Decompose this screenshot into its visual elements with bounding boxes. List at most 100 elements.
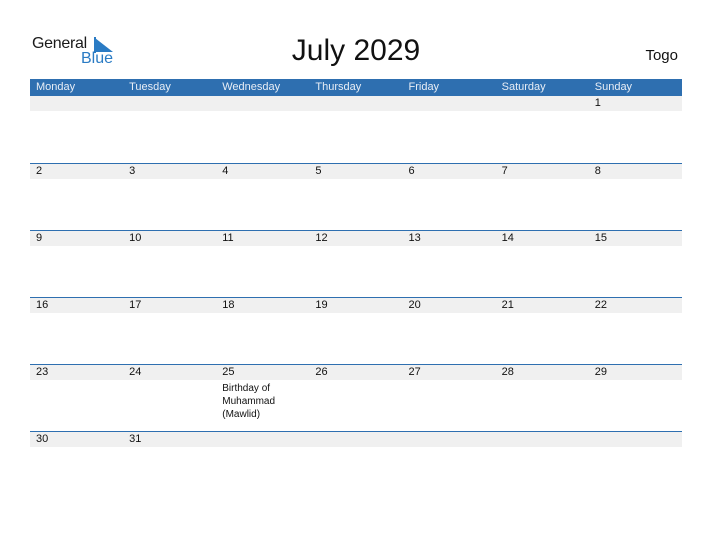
day-number: 23 (36, 366, 49, 378)
day-number: 19 (315, 299, 328, 311)
events-row (30, 246, 682, 248)
day-number (403, 96, 496, 111)
day-event (30, 313, 123, 315)
day-number: 21 (501, 299, 514, 311)
day-number: 24 (129, 366, 142, 378)
day-event (30, 179, 123, 181)
day-number: 28 (501, 366, 514, 378)
day-event (123, 380, 216, 421)
weekday-header: Monday Tuesday Wednesday Thursday Friday… (30, 79, 682, 96)
events-row: Birthday of Muhammad (Mawlid) (30, 380, 682, 421)
day-number-strip: 23 24 25 26 27 28 29 (30, 365, 682, 380)
day-event (123, 246, 216, 248)
day-event (496, 380, 589, 421)
day-event (216, 179, 309, 181)
day-event (216, 447, 309, 449)
day-event (589, 380, 682, 421)
day-event (216, 313, 309, 315)
day-event (496, 246, 589, 248)
day-event (30, 111, 123, 113)
day-number-strip: 9 10 11 12 13 14 15 (30, 231, 682, 246)
day-event (589, 246, 682, 248)
day-event (496, 179, 589, 181)
day-event (123, 111, 216, 113)
weekday-wednesday: Wednesday (222, 81, 281, 93)
day-event: Birthday of Muhammad (Mawlid) (222, 383, 276, 420)
day-event (123, 313, 216, 315)
day-number (309, 96, 402, 111)
day-event (496, 111, 589, 113)
day-number-strip: 30 31 (30, 432, 682, 447)
day-number: 15 (594, 232, 607, 244)
events-row (30, 313, 682, 315)
day-number-strip: 16 17 18 19 20 21 22 (30, 298, 682, 313)
events-row (30, 179, 682, 181)
day-event (589, 111, 682, 113)
week-row: 2 3 4 5 6 7 8 (30, 163, 682, 230)
day-number: 30 (36, 433, 49, 445)
day-number: 29 (594, 366, 607, 378)
day-number: 13 (408, 232, 421, 244)
week-row: 16 17 18 19 20 21 22 (30, 297, 682, 364)
day-number (123, 96, 216, 111)
day-event (403, 111, 496, 113)
day-event (123, 179, 216, 181)
events-row (30, 447, 682, 449)
day-event (403, 179, 496, 181)
day-number-strip: 1 (30, 96, 682, 111)
weeks-container: 1 2 3 4 5 6 7 8 9 10 11 12 13 14 15 16 17 18 19 20 21 22 23 24 2… (30, 96, 682, 498)
weekday-sunday: Sunday (594, 81, 633, 93)
day-event (403, 447, 496, 449)
day-number: 16 (36, 299, 49, 311)
day-number: 31 (129, 433, 142, 445)
day-number: 11 (222, 232, 234, 244)
day-number (30, 96, 123, 111)
day-event (309, 313, 402, 315)
day-number (309, 432, 402, 447)
day-number: 4 (222, 165, 229, 177)
weekday-thursday: Thursday (315, 81, 362, 93)
day-number: 1 (594, 97, 601, 109)
day-event (30, 380, 123, 421)
events-row (30, 111, 682, 113)
day-event (403, 246, 496, 248)
day-event (309, 179, 402, 181)
weekday-tuesday: Tuesday (129, 81, 171, 93)
day-number: 14 (501, 232, 514, 244)
day-number: 3 (129, 165, 136, 177)
weekday-monday: Monday (36, 81, 76, 93)
day-number (496, 96, 589, 111)
day-number (216, 432, 309, 447)
day-event (30, 447, 123, 449)
day-number: 12 (315, 232, 328, 244)
day-number: 25 (222, 366, 235, 378)
day-number: 8 (594, 165, 601, 177)
week-row: 23 24 25 26 27 28 29 Birthday of Muhammad (Mawl… (30, 364, 682, 431)
day-number (496, 432, 589, 447)
day-number: 10 (129, 232, 142, 244)
weekday-saturday: Saturday (501, 81, 546, 93)
calendar-title: July 2029 (291, 34, 421, 67)
day-number (589, 432, 682, 447)
week-row: 1 (30, 96, 682, 163)
week-row: 9 10 11 12 13 14 15 (30, 230, 682, 297)
day-number: 9 (36, 232, 43, 244)
day-event (309, 447, 402, 449)
day-number (403, 432, 496, 447)
day-number: 20 (408, 299, 421, 311)
calendar-grid: Monday Tuesday Wednesday Thursday Friday… (30, 79, 682, 498)
day-event (216, 111, 309, 113)
day-event (30, 246, 123, 248)
day-event (403, 380, 496, 421)
day-event (496, 313, 589, 315)
day-event (403, 313, 496, 315)
day-number: 26 (315, 366, 328, 378)
day-number-strip: 2 3 4 5 6 7 8 (30, 164, 682, 179)
day-number: 5 (315, 165, 322, 177)
country-label: Togo (645, 47, 678, 64)
day-number: 2 (36, 165, 43, 177)
day-event (589, 179, 682, 181)
day-event (589, 313, 682, 315)
day-number: 6 (408, 165, 415, 177)
day-event (309, 111, 402, 113)
